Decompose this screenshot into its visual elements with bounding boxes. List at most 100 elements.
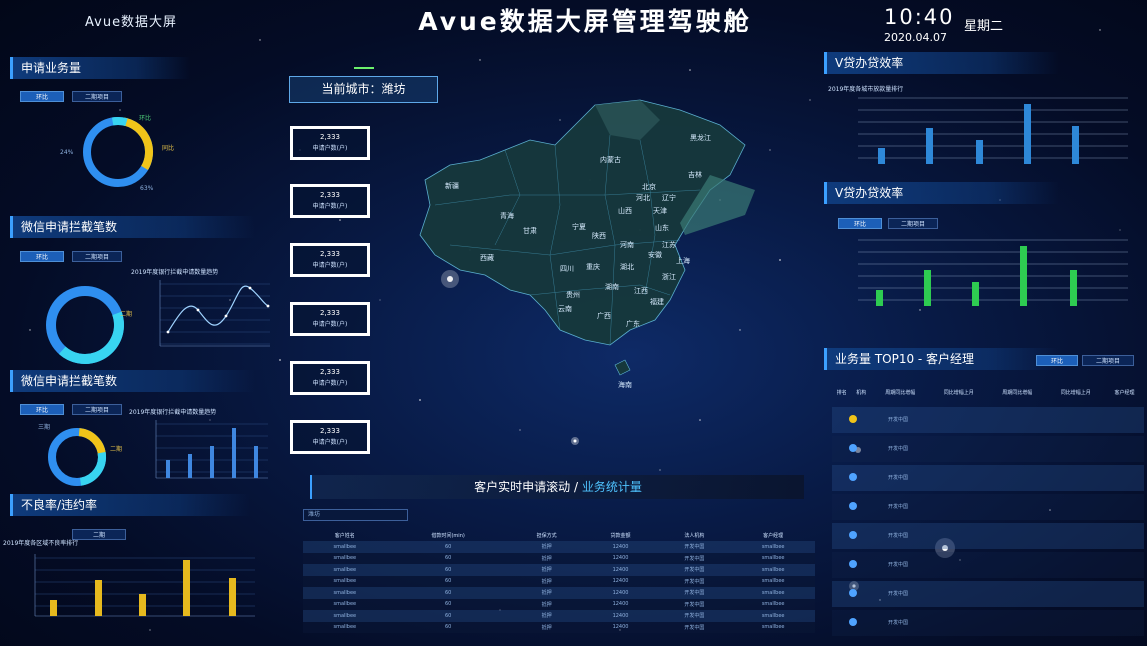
rank-medal-icon — [849, 618, 857, 626]
top10-row[interactable]: 开发中国 — [832, 581, 1144, 607]
kpi-card[interactable]: 2,333 申请户数(户) — [290, 243, 370, 277]
table-row[interactable]: smallbee 60 抵押 12400 开发中国 smallbee — [303, 575, 815, 587]
tab-top10-mom[interactable]: 环比 — [1036, 355, 1078, 366]
table-row[interactable]: smallbee 60 抵押 12400 开发中国 smallbee — [303, 587, 815, 599]
rank-medal-icon — [849, 560, 857, 568]
kpi-value: 2,333 — [319, 250, 341, 258]
table-cell: smallbee — [333, 543, 357, 550]
table-cell: 60 — [444, 612, 452, 619]
bad-rate-chart-title: 2019年度各区域不良率排行 — [3, 540, 79, 547]
wechat2-donut-label-1: 三期 — [38, 424, 51, 431]
tab-apply-phase2[interactable]: 二期项目 — [72, 91, 122, 102]
feed-region-select[interactable]: 潍坊 — [303, 509, 408, 521]
tab-loan2-mom[interactable]: 环比 — [838, 218, 882, 229]
kpi-card[interactable]: 2,333 申请户数(户) — [290, 126, 370, 160]
map-label: 陕西 — [592, 232, 606, 240]
table-cell: 12400 — [612, 612, 629, 619]
table-cell: 12400 — [612, 566, 629, 573]
kpi-value: 2,333 — [319, 133, 341, 141]
table-row[interactable]: smallbee 60 抵押 12400 开发中国 smallbee — [303, 610, 815, 622]
table-cell: 开发中国 — [684, 624, 705, 631]
top10-row[interactable]: 开发中国 — [832, 552, 1144, 578]
kpi-card[interactable]: 2,333 申请户数(户) — [290, 184, 370, 218]
table-row[interactable]: smallbee 60 抵押 12400 开发中国 smallbee — [303, 598, 815, 610]
feed-table-header: 客户姓名 借款时间(min) 担保方式 贷款金额 法人机构 客户经理 — [303, 530, 815, 541]
feed-header: 客户实时申请滚动 / 业务统计量 — [310, 475, 804, 499]
table-cell: 12400 — [612, 543, 629, 550]
table-cell: 开发中国 — [684, 555, 705, 562]
tab-wechat1-mom[interactable]: 环比 — [20, 251, 64, 262]
kpi-card[interactable]: 2,333 申请户数(户) — [290, 361, 370, 395]
table-cell: 抵押 — [541, 555, 552, 562]
panel-title-bad-rate: 不良率/违约率 — [10, 494, 250, 516]
feed-col-header: 担保方式 — [536, 533, 557, 539]
wechat2-chart-title: 2019年度银行拦截申请数量趋势 — [129, 409, 217, 416]
tab-wechat2-phase2[interactable]: 二期项目 — [72, 404, 122, 415]
app-name: Avue数据大屏 — [85, 15, 178, 30]
table-cell: smallbee — [333, 612, 357, 619]
panel-title-loan-efficiency-2: V贷办贷效率 — [824, 182, 1059, 204]
top10-table-header: 排名 机构 周期同比增幅 同比增幅上月 周期同比增幅 同比增幅上月 客户经理 — [832, 389, 1144, 396]
tab-top10-phase2[interactable]: 二期项目 — [1082, 355, 1134, 366]
table-cell: 开发中国 — [684, 613, 705, 620]
tab-wechat1-phase2[interactable]: 二期项目 — [72, 251, 122, 262]
rank-medal-icon — [849, 502, 857, 510]
apply-donut-chart — [83, 117, 153, 187]
map-label: 广东 — [626, 320, 640, 328]
apply-donut-label-4: 63% — [140, 185, 154, 192]
feed-title-highlight[interactable]: 业务统计量 — [582, 480, 642, 494]
table-row[interactable]: smallbee 60 抵押 12400 开发中国 smallbee — [303, 564, 815, 576]
map-label: 海南 — [618, 381, 632, 389]
map-label: 宁夏 — [572, 223, 586, 231]
bad-rate-bar-chart — [34, 554, 255, 617]
table-cell: 12400 — [612, 578, 629, 585]
map-label: 青海 — [500, 212, 514, 220]
table-row[interactable]: smallbee 60 抵押 12400 开发中国 smallbee — [303, 621, 815, 633]
table-cell: 12400 — [612, 555, 629, 562]
wechat1-chart-title: 2019年度银行拦截申请数量趋势 — [131, 269, 219, 276]
table-cell: 60 — [444, 601, 452, 608]
map-label: 山东 — [655, 224, 669, 232]
tab-bad-rate-phase2[interactable]: 二期 — [72, 529, 126, 540]
table-cell: 抵押 — [541, 624, 552, 631]
table-cell: smallbee — [333, 566, 357, 573]
top10-org: 开发中国 — [888, 417, 909, 423]
map-label: 河北 — [636, 194, 650, 202]
map-label: 西藏 — [480, 254, 494, 262]
kpi-card[interactable]: 2,333 申请户数(户) — [290, 302, 370, 336]
top10-row[interactable]: 开发中国 — [832, 494, 1144, 520]
rank-medal-icon — [849, 531, 857, 539]
map-label: 四川 — [560, 265, 574, 273]
map-label: 河南 — [620, 241, 634, 249]
wechat2-donut-label-2: 二期 — [110, 446, 123, 453]
table-cell: 60 — [444, 578, 452, 585]
table-cell: 60 — [444, 555, 452, 562]
kpi-value: 2,333 — [319, 368, 341, 376]
kpi-card[interactable]: 2,333 申请户数(户) — [290, 420, 370, 454]
tab-loan2-phase2[interactable]: 二期项目 — [888, 218, 938, 229]
top10-row[interactable]: 开发中国 — [832, 523, 1144, 549]
top10-row[interactable]: 开发中国 — [832, 436, 1144, 462]
table-row[interactable]: smallbee 60 抵押 12400 开发中国 smallbee — [303, 541, 815, 553]
top10-org: 开发中国 — [888, 620, 909, 626]
loan2-bar-chart — [858, 239, 1128, 306]
page-title: Avue数据大屏管理驾驶舱 — [418, 7, 752, 36]
table-cell: 抵押 — [541, 544, 552, 551]
wechat2-donut-chart — [48, 428, 106, 486]
top10-row[interactable]: 开发中国 — [832, 407, 1144, 433]
table-cell: smallbee — [761, 601, 785, 608]
tab-wechat2-mom[interactable]: 环比 — [20, 404, 64, 415]
table-cell: smallbee — [761, 589, 785, 596]
map-label: 湖北 — [620, 263, 634, 271]
tab-apply-mom[interactable]: 环比 — [20, 91, 64, 102]
kpi-label: 申请户数(户) — [312, 380, 348, 387]
kpi-label: 申请户数(户) — [312, 203, 348, 210]
table-row[interactable]: smallbee 60 抵押 12400 开发中国 smallbee — [303, 552, 815, 564]
top10-row[interactable]: 开发中国 — [832, 610, 1144, 636]
table-cell: 60 — [444, 543, 452, 550]
top10-col-header: 机构 — [856, 390, 867, 396]
table-cell: 12400 — [612, 624, 629, 631]
top10-row[interactable]: 开发中国 — [832, 465, 1144, 491]
top10-col-header: 排名 — [836, 390, 847, 396]
top10-org: 开发中国 — [888, 533, 909, 539]
